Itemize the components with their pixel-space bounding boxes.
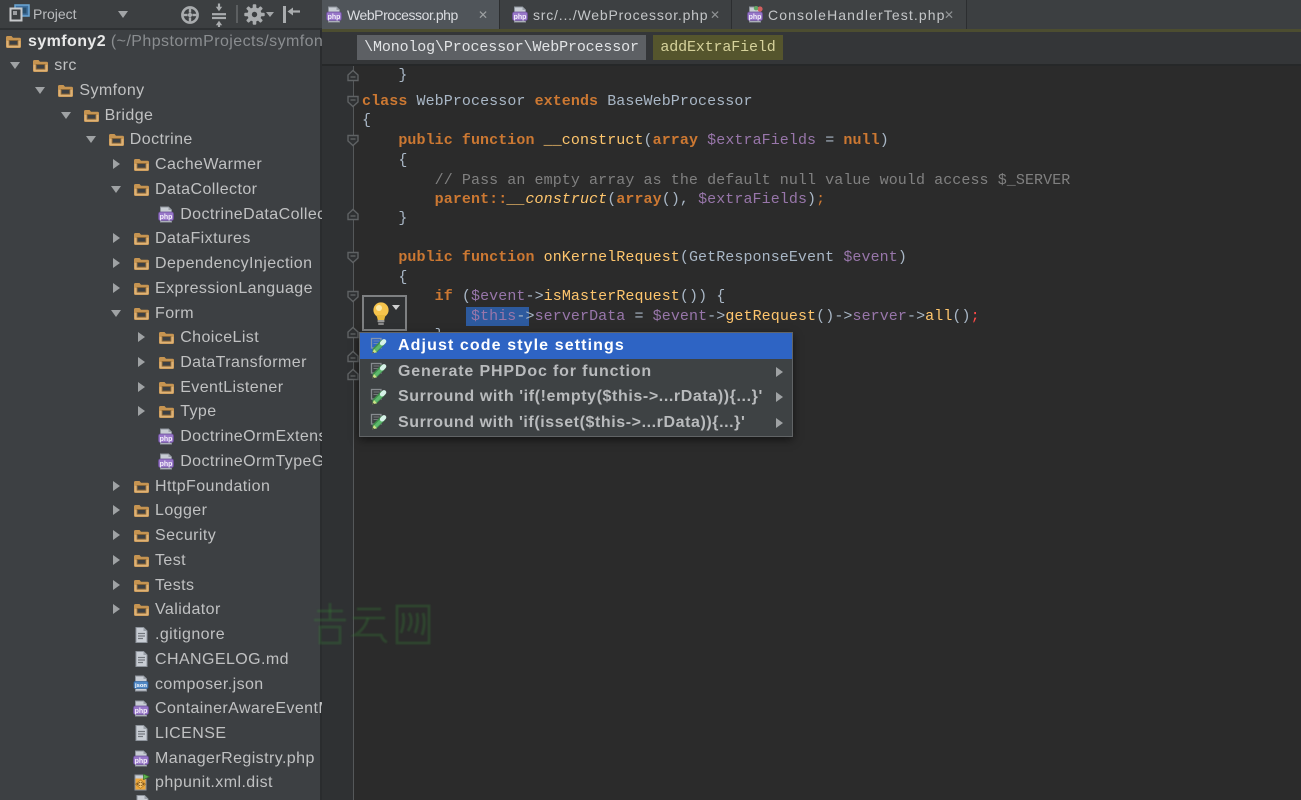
svg-text:php: php (749, 14, 762, 21)
svg-text:php: php (160, 436, 173, 443)
svg-text:php: php (135, 708, 148, 715)
svg-text:php: php (328, 14, 341, 21)
svg-text:<>: <> (136, 782, 144, 790)
svg-text:php: php (160, 214, 173, 221)
svg-text:php: php (135, 758, 148, 765)
svg-text:php: php (160, 461, 173, 468)
svg-text:php: php (514, 14, 527, 21)
svg-text:json: json (134, 684, 147, 690)
